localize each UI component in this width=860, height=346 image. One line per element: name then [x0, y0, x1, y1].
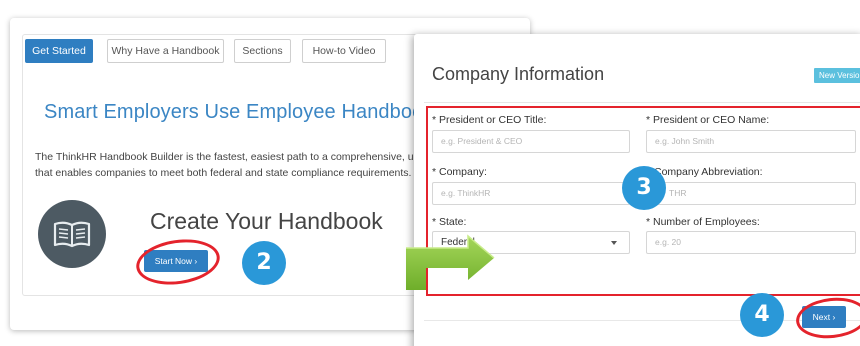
tab-get-started[interactable]: Get Started [25, 39, 93, 63]
create-handbook-title: Create Your Handbook [150, 208, 383, 234]
company-label: * Company: [432, 166, 487, 178]
company-abbreviation-input[interactable]: THR [646, 182, 856, 205]
company-information-panel: Company Information New Version * Presid… [414, 34, 860, 346]
tab-why-have-a-handbook[interactable]: Why Have a Handbook [107, 39, 224, 63]
footer-divider [424, 320, 860, 321]
company-abbreviation-label: Company Abbreviation: [654, 166, 763, 178]
right-arrow-icon [406, 234, 495, 290]
state-label: * State: [432, 216, 467, 228]
page-heading: Smart Employers Use Employee Handbooks [44, 101, 444, 123]
tab-how-to-video[interactable]: How-to Video [302, 39, 386, 63]
new-version-badge[interactable]: New Version [814, 68, 860, 83]
number-of-employees-input[interactable]: e.g. 20 [646, 231, 856, 254]
ceo-name-label: * President or CEO Name: [646, 114, 770, 126]
open-book-icon [38, 200, 106, 268]
ceo-title-input[interactable]: e.g. President & CEO [432, 130, 630, 153]
next-highlight-circle [794, 294, 860, 342]
step-badge-2: 2 [242, 241, 286, 285]
step-badge-3: 3 [622, 166, 666, 210]
tab-sections[interactable]: Sections [234, 39, 291, 63]
company-input[interactable]: e.g. ThinkHR [432, 182, 630, 205]
ceo-name-input[interactable]: e.g. John Smith [646, 130, 856, 153]
step-badge-4: 4 [740, 293, 784, 337]
number-of-employees-label: * Number of Employees: [646, 216, 760, 228]
ceo-title-label: * President or CEO Title: [432, 114, 547, 126]
divider [424, 102, 860, 103]
chevron-down-icon [611, 241, 617, 245]
panel-title: Company Information [432, 64, 605, 84]
